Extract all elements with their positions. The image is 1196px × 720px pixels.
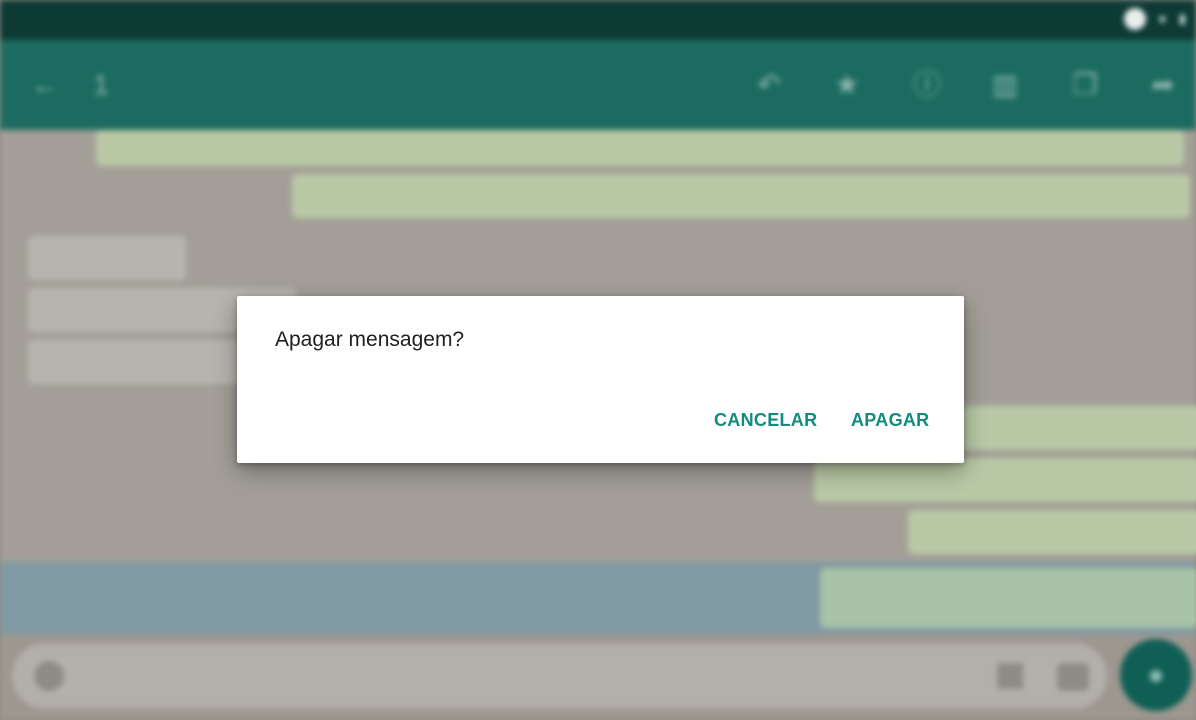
- status-icon: [1123, 8, 1146, 30]
- back-arrow-icon[interactable]: ←: [28, 68, 62, 102]
- input-bar: ●: [0, 635, 1196, 720]
- message-bubble: [948, 406, 1196, 450]
- delete-button[interactable]: APAGAR: [839, 400, 941, 440]
- emoji-icon[interactable]: [34, 661, 64, 691]
- message-input[interactable]: [12, 643, 1107, 709]
- mic-button[interactable]: ●: [1120, 639, 1192, 711]
- message-bubble: [814, 458, 1196, 502]
- dialog-title: Apagar mensagem?: [275, 328, 465, 351]
- message-bubble: [28, 236, 186, 280]
- info-icon[interactable]: ⓘ: [910, 68, 944, 102]
- camera-icon[interactable]: [1057, 663, 1089, 691]
- status-bar: ▼ ▮: [0, 0, 1196, 40]
- mic-icon: ●: [1147, 659, 1165, 690]
- delete-message-dialog: Apagar mensagem? CANCELAR APAGAR: [237, 296, 964, 463]
- selected-message-bubble[interactable]: [820, 568, 1196, 628]
- message-bubble: [292, 174, 1190, 218]
- star-icon[interactable]: ★: [830, 68, 864, 102]
- message-bubble: [96, 130, 1184, 166]
- delete-icon[interactable]: ▥: [988, 68, 1022, 102]
- wifi-icon: ▼: [1155, 11, 1169, 27]
- cancel-button[interactable]: CANCELAR: [702, 400, 829, 440]
- forward-icon[interactable]: ➦: [1146, 68, 1180, 102]
- battery-icon: ▮: [1178, 11, 1186, 26]
- selection-toolbar: ← 1 ↶ ★ ⓘ ▥ ❐ ➦: [0, 40, 1196, 130]
- message-bubble: [908, 510, 1196, 554]
- reply-icon[interactable]: ↶: [752, 68, 786, 102]
- selected-count: 1: [93, 69, 109, 100]
- attach-icon[interactable]: [997, 663, 1023, 689]
- copy-icon[interactable]: ❐: [1068, 68, 1102, 102]
